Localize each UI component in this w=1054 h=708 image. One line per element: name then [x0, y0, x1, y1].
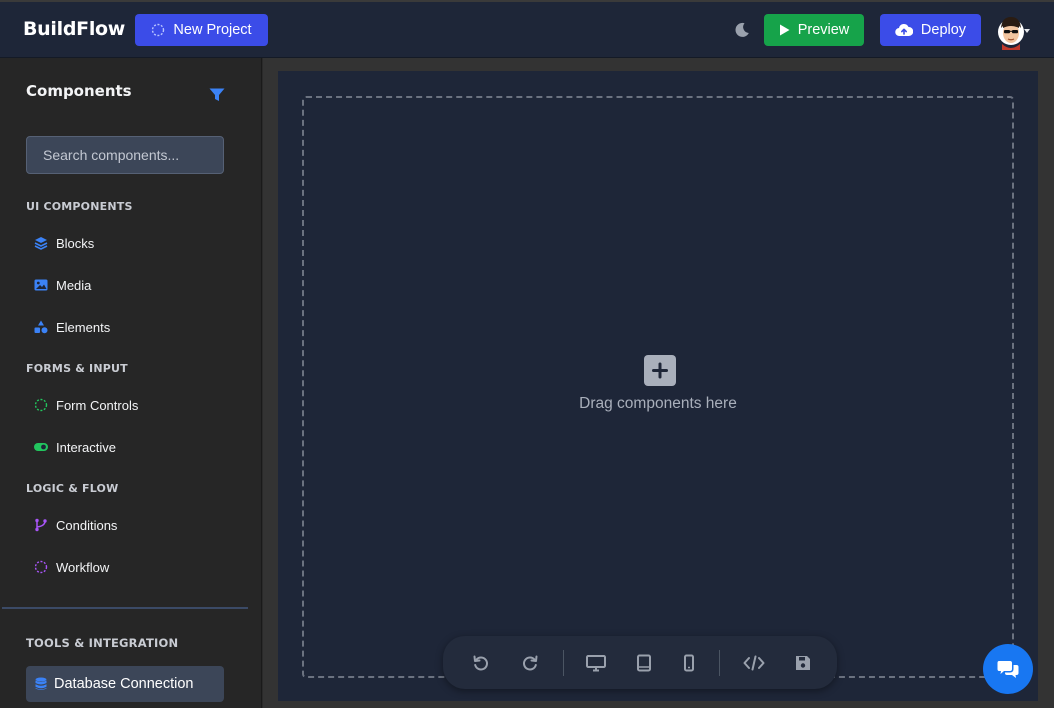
- toolbar-separator: [563, 650, 564, 676]
- sidebar-item-label: Elements: [56, 319, 111, 335]
- desktop-icon[interactable]: [586, 654, 606, 672]
- redo-icon[interactable]: [521, 654, 539, 672]
- layers-icon: [34, 237, 48, 250]
- sidebar-item-label: Blocks: [56, 235, 95, 251]
- sidebar-title: Components: [26, 82, 132, 100]
- section-tools-integration: TOOLS & INTEGRATION: [26, 636, 179, 650]
- plus-icon: [644, 355, 676, 386]
- chat-button[interactable]: [983, 644, 1033, 694]
- new-project-label: New Project: [173, 22, 252, 38]
- deploy-label: Deploy: [920, 22, 967, 38]
- preview-button[interactable]: Preview: [764, 14, 864, 46]
- sidebar-item-label: Media: [56, 277, 92, 293]
- moon-icon[interactable]: [734, 22, 750, 38]
- dashed-circle-icon: [152, 23, 165, 37]
- toggle-icon: [34, 443, 48, 451]
- section-ui-components: UI COMPONENTS: [26, 200, 133, 213]
- dashed-circle-icon: [34, 560, 48, 574]
- top-header: BuildFlow New Project Preview Deploy: [0, 0, 1054, 58]
- sidebar-item-interactive[interactable]: Interactive: [26, 432, 236, 462]
- sidebar-divider: [2, 607, 248, 609]
- user-avatar-menu[interactable]: [998, 14, 1032, 50]
- component-sidebar: Components UI COMPONENTS Blocks Media El…: [0, 58, 262, 708]
- canvas-toolbar: [443, 636, 837, 689]
- tablet-icon[interactable]: [635, 654, 653, 672]
- cloud-upload-icon: [895, 23, 913, 37]
- section-logic-flow: LOGIC & FLOW: [26, 482, 119, 495]
- filter-icon[interactable]: [209, 88, 225, 102]
- chat-icon: [997, 661, 1019, 678]
- chevron-down-icon: [1024, 29, 1030, 33]
- sidebar-item-conditions[interactable]: Conditions: [26, 510, 236, 540]
- canvas-area: Drag components here: [263, 58, 1054, 708]
- builder-canvas[interactable]: Drag components here: [278, 71, 1038, 701]
- database-icon: [35, 677, 47, 690]
- sidebar-item-label: Interactive: [56, 439, 116, 455]
- play-icon: [779, 24, 790, 36]
- preview-label: Preview: [797, 22, 850, 38]
- sidebar-item-media[interactable]: Media: [26, 270, 236, 300]
- drop-zone-hint: Drag components here: [579, 395, 737, 412]
- sidebar-item-label: Form Controls: [56, 397, 139, 413]
- sidebar-item-database-connection[interactable]: Database Connection: [26, 666, 224, 702]
- shapes-icon: [34, 320, 48, 334]
- save-icon[interactable]: [794, 654, 812, 672]
- sidebar-item-form-controls[interactable]: Form Controls: [26, 390, 236, 420]
- sidebar-item-blocks[interactable]: Blocks: [26, 228, 236, 258]
- mobile-icon[interactable]: [680, 654, 698, 672]
- dashed-circle-icon: [34, 398, 48, 412]
- image-icon: [34, 279, 48, 291]
- drop-zone[interactable]: Drag components here: [302, 96, 1014, 678]
- sidebar-item-workflow[interactable]: Workflow: [26, 552, 236, 582]
- avatar: [998, 17, 1030, 50]
- sidebar-item-elements[interactable]: Elements: [26, 312, 236, 342]
- search-input[interactable]: [26, 136, 224, 174]
- code-icon[interactable]: [743, 654, 765, 672]
- section-forms-input: FORMS & INPUT: [26, 362, 128, 375]
- undo-icon[interactable]: [472, 654, 490, 672]
- sidebar-item-label: Database Connection: [54, 676, 194, 692]
- app-logo: BuildFlow: [23, 18, 126, 40]
- branch-icon: [35, 518, 47, 532]
- sidebar-item-label: Conditions: [56, 517, 118, 533]
- new-project-button[interactable]: New Project: [135, 14, 268, 46]
- deploy-button[interactable]: Deploy: [880, 14, 981, 46]
- toolbar-separator: [719, 650, 720, 676]
- sidebar-item-label: Workflow: [56, 559, 110, 575]
